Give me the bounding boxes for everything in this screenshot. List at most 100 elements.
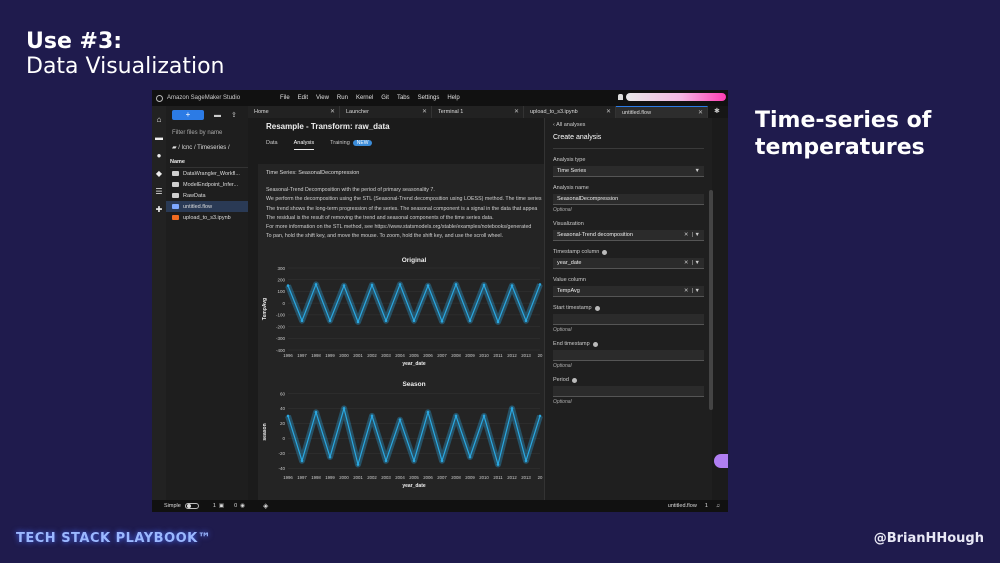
- file-filter-input[interactable]: Filter files by name ⌕: [172, 128, 255, 138]
- file-item[interactable]: untitled.flow: [166, 201, 261, 212]
- timestamp-column-select[interactable]: year_date ✕ | ▼: [553, 258, 704, 269]
- panel-scrollbar[interactable]: [709, 190, 713, 410]
- field-label-text: Analysis name: [553, 185, 589, 191]
- notification-icon[interactable]: [618, 94, 623, 100]
- gear-icon[interactable]: ✱: [714, 106, 720, 118]
- file-list-header[interactable]: Name ▲: [170, 159, 257, 168]
- start-timestamp-input[interactable]: [553, 314, 704, 325]
- data-point: [482, 414, 486, 418]
- field-value: Time Series: [557, 168, 587, 174]
- new-badge: NEW: [352, 140, 373, 146]
- mode-label: Simple: [164, 503, 181, 509]
- menu-kernel[interactable]: Kernel: [356, 95, 373, 101]
- menu-run[interactable]: Run: [337, 95, 348, 101]
- breadcrumb[interactable]: ▰ / lcnc / Timeseries /: [172, 144, 255, 151]
- close-icon[interactable]: ✕: [698, 109, 703, 116]
- column-name: Name: [170, 159, 185, 165]
- upload-icon[interactable]: ⇪: [231, 111, 237, 119]
- chevron-down-icon: ▼: [694, 168, 700, 174]
- file-item[interactable]: RawData: [166, 190, 261, 201]
- git-status-icon[interactable]: ◈: [263, 502, 268, 510]
- period-input[interactable]: [553, 386, 704, 397]
- data-point: [454, 414, 458, 418]
- x-tick-label: 2002: [367, 475, 377, 480]
- folder-icon[interactable]: ▬: [152, 134, 166, 142]
- end-timestamp-input[interactable]: [553, 350, 704, 361]
- field-value: year_date: [557, 260, 582, 266]
- slide-title-line1: Use #3:: [26, 29, 123, 54]
- terminal-count[interactable]: 1: [213, 503, 216, 509]
- value-column-select[interactable]: TempAvg ✕ | ▼: [553, 286, 704, 297]
- menu-edit[interactable]: Edit: [298, 95, 308, 101]
- git-icon[interactable]: ◆: [152, 170, 166, 178]
- chat-icon[interactable]: [714, 454, 728, 468]
- home-icon[interactable]: ⌂: [152, 116, 166, 124]
- tab-launcher[interactable]: Launcher ✕: [340, 106, 432, 118]
- tab-untitled-flow[interactable]: untitled.flow ✕: [616, 106, 708, 118]
- data-point: [468, 319, 472, 323]
- data-point: [314, 410, 318, 414]
- description-line: The residual is the result of removing t…: [266, 214, 494, 221]
- running-icon[interactable]: ●: [152, 152, 166, 160]
- menu-file[interactable]: File: [280, 95, 290, 101]
- info-icon[interactable]: [571, 377, 577, 383]
- description-line: We perform the decomposition using the S…: [266, 196, 542, 203]
- kernel-count[interactable]: 0: [234, 503, 237, 509]
- file-item[interactable]: DataWrangler_Workfl...: [166, 168, 261, 179]
- account-bar[interactable]: [626, 93, 726, 101]
- new-folder-icon[interactable]: ▬: [214, 112, 221, 119]
- back-link[interactable]: ‹ All analyses: [553, 122, 704, 128]
- analysis-type-select[interactable]: Time Series ▼: [553, 166, 704, 177]
- tab-label: Home: [254, 109, 269, 115]
- data-point: [538, 283, 542, 286]
- analysis-name-input[interactable]: SeasonalDecompression: [553, 194, 704, 205]
- clear-chevron-icon[interactable]: ✕ | ▼: [684, 258, 700, 269]
- menu-git[interactable]: Git: [381, 95, 389, 101]
- tab-home[interactable]: Home ✕: [248, 106, 340, 118]
- chart-title: Season: [402, 381, 425, 388]
- close-icon[interactable]: ✕: [514, 108, 519, 115]
- sagemaker-studio-window: Amazon SageMaker Studio File Edit View R…: [152, 90, 728, 512]
- x-tick-label: 2001: [353, 475, 363, 480]
- subtab-training[interactable]: Training NEW: [330, 140, 373, 150]
- x-tick-label: 2005: [409, 353, 419, 358]
- current-file: untitled.flow: [667, 503, 697, 509]
- info-icon[interactable]: [592, 341, 598, 347]
- field-value: SeasonalDecompression: [557, 196, 619, 202]
- season-chart[interactable]: Season 60 40 20 0 -20 -40 1996 1997 1998 1999 2000 2…: [258, 376, 544, 496]
- tab-notebook[interactable]: upload_to_s3.ipynb ✕: [524, 106, 616, 118]
- field-label: Start timestamp: [553, 305, 704, 311]
- close-icon[interactable]: ✕: [422, 108, 427, 115]
- visualization-select[interactable]: Seasonal-Trend decomposition ✕ | ▼: [553, 230, 704, 241]
- menu-help[interactable]: Help: [447, 95, 459, 101]
- subtab-data[interactable]: Data: [266, 140, 278, 150]
- menu-tabs[interactable]: Tabs: [397, 95, 410, 101]
- new-launcher-button[interactable]: +: [172, 110, 204, 120]
- data-point: [370, 414, 374, 418]
- file-item[interactable]: ModelEndpoint_Infer...: [166, 179, 261, 190]
- x-tick-label: 2003: [381, 353, 391, 358]
- menu-view[interactable]: View: [316, 95, 329, 101]
- data-point: [384, 459, 388, 463]
- bell-icon[interactable]: ♫: [716, 503, 720, 509]
- subtab-analysis[interactable]: Analysis: [293, 140, 315, 150]
- original-chart[interactable]: Original3002001000-100-200-300-4001996 19…: [258, 252, 544, 374]
- clear-chevron-icon[interactable]: ✕ | ▼: [684, 230, 700, 241]
- data-point: [398, 418, 402, 421]
- list-icon[interactable]: ☰: [152, 188, 166, 196]
- tab-terminal[interactable]: Terminal 1 ✕: [432, 106, 524, 118]
- y-tick-label: 0: [282, 301, 285, 306]
- folder-icon: [172, 193, 179, 198]
- info-icon[interactable]: [594, 305, 600, 311]
- close-icon[interactable]: ✕: [606, 108, 611, 115]
- x-tick-label: 1997: [297, 475, 307, 480]
- extension-icon[interactable]: ✚: [152, 206, 166, 214]
- clear-chevron-icon[interactable]: ✕ | ▼: [684, 286, 700, 297]
- file-item[interactable]: upload_to_s3.ipynb: [166, 212, 261, 223]
- field-value: TempAvg: [557, 288, 580, 294]
- info-icon[interactable]: [602, 249, 608, 255]
- menu-settings[interactable]: Settings: [418, 95, 440, 101]
- close-icon[interactable]: ✕: [330, 108, 335, 115]
- y-axis-label: TempAvg: [262, 298, 268, 320]
- simple-mode-toggle[interactable]: [184, 503, 199, 509]
